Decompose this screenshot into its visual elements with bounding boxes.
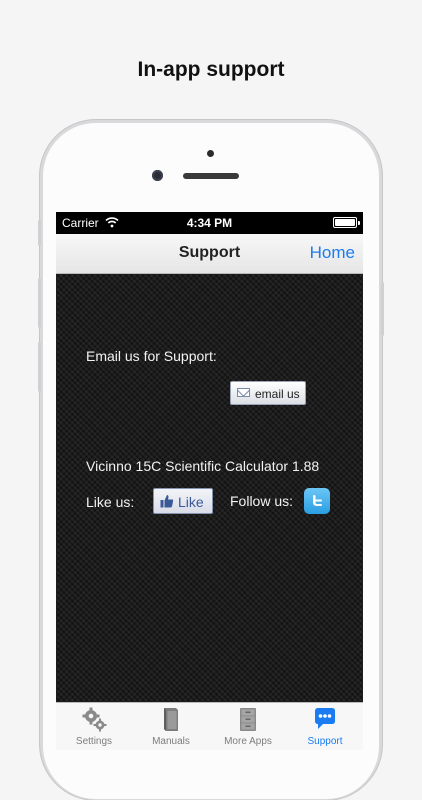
follow-us-label: Follow us: <box>230 493 294 509</box>
mute-switch <box>38 220 41 246</box>
email-us-button[interactable]: email us <box>230 381 306 405</box>
tab-manuals-label: Manuals <box>152 736 190 747</box>
tab-support-label: Support <box>307 736 343 747</box>
proximity-sensor <box>207 150 214 157</box>
tab-settings-label: Settings <box>75 736 113 747</box>
earpiece-speaker <box>183 173 239 179</box>
front-camera <box>152 170 163 181</box>
home-button[interactable]: Home <box>310 243 355 263</box>
tab-settings[interactable]: Settings <box>56 703 132 750</box>
tab-support[interactable]: Support <box>287 703 363 750</box>
status-time: 4:34 PM <box>186 216 233 230</box>
thumbs-up-icon <box>160 495 174 508</box>
email-support-label: Email us for Support: <box>86 348 217 364</box>
navigation-bar: Support Home <box>56 234 363 274</box>
facebook-like-button[interactable]: Like <box>153 488 213 514</box>
page-caption: In-app support <box>137 58 285 81</box>
chat-bubble-icon <box>315 708 335 729</box>
support-panel: Email us for Support: email us Vicinno 1… <box>56 274 363 702</box>
like-us-label: Like us: <box>86 494 135 510</box>
email-us-button-label: email us <box>255 387 300 401</box>
like-button-label: Like <box>178 494 204 510</box>
envelope-icon <box>237 388 250 397</box>
cabinet-icon <box>240 708 256 731</box>
tab-more-apps[interactable]: More Apps <box>210 703 286 750</box>
gears-icon <box>82 707 107 732</box>
status-bar: Carrier 4:34 PM <box>56 212 363 234</box>
tab-manuals[interactable]: Manuals <box>133 703 209 750</box>
book-icon <box>164 708 178 731</box>
tab-more-apps-label: More Apps <box>224 736 272 747</box>
phone-screen: Carrier 4:34 PM Support Home Email us fo… <box>56 212 363 750</box>
tab-bar: Settings Manuals More Apps Support <box>56 702 363 750</box>
battery-icon <box>333 217 360 228</box>
volume-up-button <box>38 278 41 328</box>
app-version-text: Vicinno 15C Scientific Calculator 1.88 <box>86 458 320 474</box>
power-button <box>381 282 384 336</box>
volume-down-button <box>38 342 41 392</box>
twitter-follow-button[interactable] <box>304 488 330 514</box>
twitter-bird-icon <box>313 495 322 506</box>
